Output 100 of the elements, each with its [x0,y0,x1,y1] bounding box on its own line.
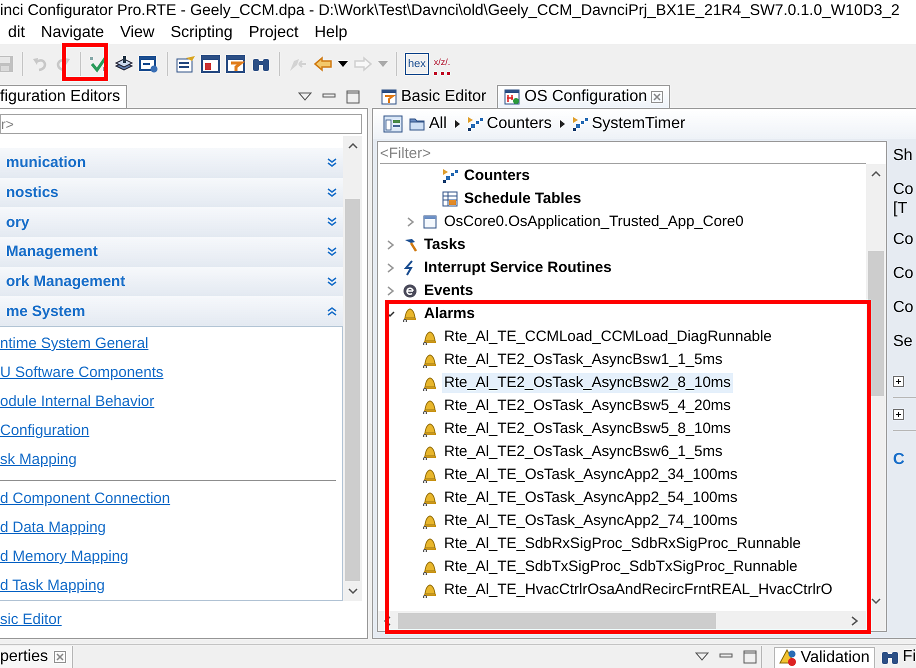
editor-link[interactable]: d Component Connection [0,484,170,514]
properties-button[interactable] [176,53,196,75]
breadcrumb-item[interactable]: Counters [466,115,552,133]
tree-row[interactable]: Rte_Al_TE_CCMLoad_CCMLoad_DiagRunnable [378,325,866,348]
bell-icon [422,352,438,368]
section-title: C [893,450,906,470]
bell-icon [422,512,438,528]
menu-item[interactable]: Scripting [162,22,241,44]
tree-row[interactable]: Rte_Al_TE_SdbTxSigProc_SdbTxSigProc_Runnable [378,555,866,578]
bell-icon [422,398,438,414]
close-icon[interactable] [651,91,664,103]
bell-icon [422,536,438,552]
tree-row[interactable]: Rte_Al_TE2_OsTask_AsyncBsw5_4_20ms [378,394,866,417]
warning-icon [778,648,797,666]
window-icon [201,55,221,73]
stack-icon [114,55,134,73]
editor-link[interactable]: sic Editor [0,611,62,628]
format-button[interactable]: x/z/. [434,53,450,75]
component-window-button[interactable] [226,53,246,75]
field-label: Sh [893,146,914,166]
editor-link[interactable]: U Software Components [0,358,164,388]
expand-icon [327,276,337,287]
breadcrumb-item[interactable]: SystemTimer [572,115,686,133]
editor-link[interactable]: d Memory Mapping [0,542,128,572]
editor-tab[interactable]: OS Configuration [497,85,670,108]
section-header[interactable]: munication [0,148,343,178]
highlight-box [62,43,108,81]
field-label: Se [893,332,914,352]
view-menu-icon[interactable] [694,651,709,663]
redo-icon [54,55,72,73]
menu-item[interactable]: View [112,22,162,44]
window-icon [422,214,438,230]
left-arrow-icon [313,55,333,73]
section-header[interactable]: me System [0,296,343,326]
editor-link[interactable]: sk Mapping [0,445,77,474]
horizontal-scrollbar[interactable] [378,611,886,631]
menu-item[interactable]: Navigate [32,22,112,44]
hex-button[interactable]: hex [405,53,429,75]
editor-link[interactable]: odule Internal Behavior [0,387,154,416]
tree-row[interactable]: Counters [378,164,866,187]
window-button[interactable] [201,53,221,75]
tree-row[interactable]: Interrupt Service Routines [378,256,866,279]
editor-icon [381,89,397,105]
save-icon [0,55,14,73]
expand-icon[interactable] [893,408,904,420]
filter-field[interactable]: r> [0,114,362,134]
field-label: Co [893,298,914,318]
right-arrow-icon [353,55,373,73]
bell-icon [422,374,438,390]
window-gear-button[interactable] [139,53,159,75]
tree-row[interactable]: Schedule Tables [378,187,866,210]
menu-item[interactable]: Help [306,22,356,44]
undo-icon [31,55,49,73]
section-header[interactable]: ory [0,207,343,238]
bell-icon [402,306,418,322]
field-label: Co [893,180,914,199]
maximize-icon[interactable] [742,650,757,664]
editor-link[interactable]: d Data Mapping [0,513,106,542]
tree-row[interactable]: Rte_Al_TE_OsTask_AsyncApp2_54_100ms [378,486,866,509]
tree-row[interactable]: Rte_Al_TE_OsTask_AsyncApp2_34_100ms [378,463,866,486]
section-header[interactable]: Management [0,237,343,267]
maximize-icon[interactable] [346,90,360,104]
vertical-scrollbar[interactable] [343,136,362,601]
editor-link[interactable]: d Task Mapping [0,571,105,600]
component-window-icon [226,55,246,73]
tree-row[interactable]: Rte_Al_TE2_OsTask_AsyncBsw5_8_10ms [378,417,866,440]
view-tab[interactable]: Fi [876,646,916,668]
view-tab[interactable]: figuration Editors [0,85,128,108]
editor-link[interactable]: ntime System General [0,329,148,358]
section-header[interactable]: nostics [0,178,343,208]
view-menu-icon[interactable] [298,91,312,103]
collapse-icon [327,306,337,316]
bell-icon [422,490,438,506]
tree-row[interactable]: Rte_Al_TE2_OsTask_AsyncBsw1_1_5ms [378,348,866,371]
menu-item[interactable]: Project [240,22,306,44]
bell-icon [422,466,438,482]
tree-row[interactable]: OsCore0.OsApplication_Trusted_App_Core0 [378,210,866,233]
bell-icon [422,328,438,344]
counter-icon [572,116,588,132]
bell-icon [422,582,438,598]
expand-icon[interactable] [893,376,904,386]
tree-row[interactable]: Alarms [378,302,866,325]
close-icon[interactable] [54,651,66,663]
view-tab[interactable]: perties [0,646,74,668]
menu-item[interactable]: dit [0,22,33,44]
breadcrumb-item[interactable]: All [409,115,447,133]
field-label: [T [893,199,908,219]
tree-row[interactable]: Rte_Al_TE_HvacCtrlrOsaAndRecircFrntREAL_HvacCtrlrO [378,578,866,601]
caret-icon [338,61,348,67]
tree-row[interactable]: Tasks [378,233,866,256]
tree-row[interactable]: Events [378,279,866,302]
section-header[interactable]: ork Management [0,266,343,296]
editor-icon [504,89,520,105]
layout-icon[interactable] [383,115,403,133]
tree-row[interactable]: Rte_Al_TE_OsTask_AsyncApp2_74_100ms [378,509,866,532]
view-tab[interactable]: Validation [774,646,875,668]
counter-icon [442,168,458,184]
editor-link[interactable]: Configuration [0,416,90,446]
tree-row[interactable]: Rte_Al_TE2_OsTask_AsyncBsw6_1_5ms [378,440,866,463]
tree-row[interactable]: Rte_Al_TE_SdbRxSigProc_SdbRxSigProc_Runnable [378,532,866,555]
